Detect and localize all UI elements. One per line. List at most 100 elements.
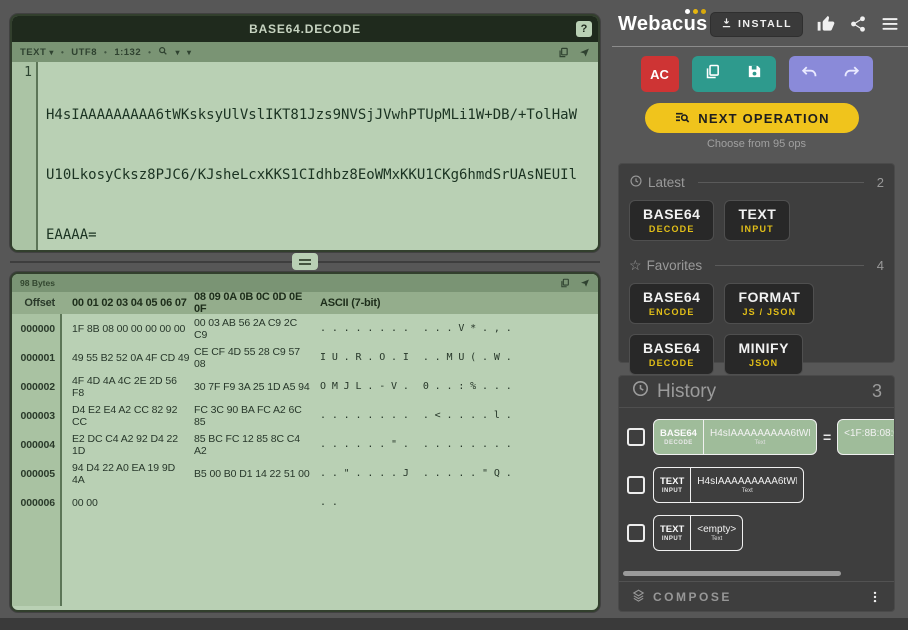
share-icon[interactable] bbox=[849, 15, 867, 33]
history-panel: History 3 BASE64 DECODE H4sIAAAAAAAAA6tW… bbox=[618, 375, 895, 612]
copy-icon[interactable] bbox=[560, 278, 570, 288]
copy-icon[interactable] bbox=[558, 47, 569, 58]
favorites-title: Favorites bbox=[647, 258, 703, 273]
app-header: Webacus INSTALL bbox=[618, 8, 900, 40]
all-clear-button[interactable]: AC bbox=[641, 56, 679, 92]
table-row: 000006 00 00 . . bbox=[12, 488, 598, 517]
thumbs-up-icon[interactable] bbox=[816, 14, 836, 34]
table-row: 000005 94 D4 22 A0 EA 19 9D 4A B5 00 B0 … bbox=[12, 459, 598, 488]
history-list: BASE64 DECODE H4sIAAAAAAAAA6tWKsksyUl...… bbox=[619, 408, 894, 581]
separator-dot: • bbox=[61, 48, 64, 57]
latest-chips: BASE64 DECODE TEXT INPUT bbox=[629, 200, 884, 241]
menu-icon[interactable] bbox=[880, 14, 900, 34]
list-item: BASE64 DECODE H4sIAAAAAAAAA6tWKsksyUl...… bbox=[627, 418, 894, 456]
chevron-down-icon: ▾ bbox=[49, 48, 54, 57]
history-entry-base64-decode[interactable]: BASE64 DECODE H4sIAAAAAAAAA6tWKsksyUl...… bbox=[653, 419, 817, 455]
line-number: 1 bbox=[12, 65, 32, 80]
history-count: 3 bbox=[872, 381, 882, 402]
favorites-chips: BASE64 ENCODE FORMAT JS / JSON BASE64 DE… bbox=[629, 283, 884, 375]
hex-columns-header-2: 08 09 0A 0B 0C 0D 0E 0F bbox=[194, 291, 312, 315]
save-icon bbox=[746, 63, 763, 85]
shortcuts-panel: Latest 2 BASE64 DECODE TEXT INPUT ☆ Favo… bbox=[618, 163, 895, 363]
undo-icon bbox=[800, 62, 819, 86]
history-title: History bbox=[657, 381, 716, 403]
byte-count-label: 98 Bytes bbox=[20, 278, 55, 288]
export-icon[interactable] bbox=[580, 278, 590, 288]
download-icon bbox=[721, 17, 732, 31]
export-icon[interactable] bbox=[579, 47, 590, 58]
kebab-menu-icon[interactable] bbox=[868, 589, 882, 605]
cursor-position: 1:132 bbox=[114, 47, 141, 58]
splitter-handle-icon[interactable] bbox=[292, 253, 318, 270]
control-buttons: AC bbox=[618, 56, 895, 92]
clock-icon bbox=[631, 379, 650, 404]
separator-dot: • bbox=[148, 48, 151, 57]
panel-splitter bbox=[10, 252, 600, 272]
hex-table-header: Offset 00 01 02 03 04 05 06 07 08 09 0A … bbox=[12, 292, 598, 314]
operation-chip-base64-encode[interactable]: BASE64 ENCODE bbox=[629, 283, 714, 324]
copy-button[interactable] bbox=[692, 56, 734, 92]
operation-title: BASE64.DECODE bbox=[249, 22, 361, 36]
webacus-app: BASE64.DECODE ? TEXT ▾ • UTF8 • 1:132 • … bbox=[0, 0, 908, 630]
equals-sign: = bbox=[823, 429, 831, 445]
bottom-bar bbox=[0, 618, 908, 630]
offset-header: Offset bbox=[12, 297, 60, 309]
table-row: 000002 4F 4D 4A 4C 2E 2D 56 F8 30 7F F9 … bbox=[12, 372, 598, 401]
history-entry-text-input[interactable]: TEXT INPUT H4sIAAAAAAAAA6tWKsksyUl... Te… bbox=[653, 467, 804, 503]
history-checkbox[interactable] bbox=[627, 524, 645, 542]
line-number-gutter: 1 bbox=[12, 62, 38, 250]
section-rule bbox=[715, 265, 864, 266]
logo-dots-icon bbox=[685, 9, 706, 14]
editor-line: U10LkosyCksz8PJC6/KJsheLcxKKS1CIdhbz8EoW… bbox=[46, 165, 598, 185]
clock-icon bbox=[629, 174, 643, 191]
next-operation-button[interactable]: NEXT OPERATION bbox=[645, 103, 859, 133]
chevron-down-icon[interactable]: ▾ bbox=[187, 48, 192, 57]
history-checkbox[interactable] bbox=[627, 476, 645, 494]
section-rule bbox=[698, 182, 864, 183]
list-item: TEXT INPUT <empty> Text bbox=[627, 514, 894, 552]
latest-count: 2 bbox=[877, 175, 884, 190]
layers-icon bbox=[631, 588, 646, 606]
operation-panel-header: BASE64.DECODE ? bbox=[12, 16, 598, 42]
history-entry-text-input-empty[interactable]: TEXT INPUT <empty> Text bbox=[653, 515, 743, 551]
hex-table-body[interactable]: 000000 1F 8B 08 00 00 00 00 00 00 03 AB … bbox=[12, 314, 598, 606]
editor-line: H4sIAAAAAAAAA6tWKsksyUlVslIKT81Jzs9NVSjJ… bbox=[46, 105, 598, 125]
horizontal-scrollbar[interactable] bbox=[623, 571, 841, 576]
editor-content[interactable]: H4sIAAAAAAAAA6tWKsksyUlVslIKT81Jzs9NVSjJ… bbox=[38, 62, 598, 250]
ascii-header: ASCII (7-bit) bbox=[320, 297, 380, 309]
favorites-count: 4 bbox=[877, 258, 884, 273]
table-row: 000000 1F 8B 08 00 00 00 00 00 00 03 AB … bbox=[12, 314, 598, 343]
operation-chip-base64-decode[interactable]: BASE64 DECODE bbox=[629, 334, 714, 375]
mode-dropdown[interactable]: TEXT ▾ bbox=[20, 47, 54, 58]
operation-chip-text-input[interactable]: TEXT INPUT bbox=[724, 200, 790, 241]
table-row: 000003 D4 E2 E4 A2 CC 82 92 CC FC 3C 90 … bbox=[12, 401, 598, 430]
help-button[interactable]: ? bbox=[576, 21, 592, 37]
table-row: 000004 E2 DC C4 A2 92 D4 22 1D 85 BC FC … bbox=[12, 430, 598, 459]
undo-button[interactable] bbox=[789, 56, 831, 92]
hex-columns-header-1: 00 01 02 03 04 05 06 07 bbox=[72, 297, 190, 309]
compose-button[interactable]: COMPOSE bbox=[631, 588, 732, 606]
operation-search-icon bbox=[674, 109, 690, 128]
encoding-label[interactable]: UTF8 bbox=[71, 47, 97, 58]
latest-section-header: Latest 2 bbox=[629, 174, 884, 191]
favorites-section-header: ☆ Favorites 4 bbox=[629, 257, 884, 274]
webacus-logo: Webacus bbox=[618, 13, 708, 36]
chevron-down-icon[interactable]: ▾ bbox=[175, 48, 180, 57]
search-icon[interactable] bbox=[158, 46, 168, 59]
install-button[interactable]: INSTALL bbox=[710, 12, 803, 37]
redo-button[interactable] bbox=[831, 56, 873, 92]
history-result-chip[interactable]: <1F:8B:08:00:00:0 Binary bbox=[837, 419, 894, 455]
editor-toolbar: TEXT ▾ • UTF8 • 1:132 • ▾ ▾ bbox=[12, 42, 598, 62]
copy-icon bbox=[704, 63, 721, 85]
list-item: TEXT INPUT H4sIAAAAAAAAA6tWKsksyUl... Te… bbox=[627, 466, 894, 504]
redo-icon bbox=[842, 62, 861, 86]
operation-chip-base64-decode[interactable]: BASE64 DECODE bbox=[629, 200, 714, 241]
hex-toolbar: 98 Bytes bbox=[12, 274, 598, 292]
history-footer: COMPOSE bbox=[619, 581, 894, 611]
save-button[interactable] bbox=[734, 56, 776, 92]
history-checkbox[interactable] bbox=[627, 428, 645, 446]
star-icon: ☆ bbox=[629, 257, 642, 274]
operation-chip-format-js-json[interactable]: FORMAT JS / JSON bbox=[724, 283, 814, 324]
operation-chip-minify-json[interactable]: MINIFY JSON bbox=[724, 334, 802, 375]
base64-editor[interactable]: 1 H4sIAAAAAAAAA6tWKsksyUlVslIKT81Jzs9NVS… bbox=[12, 62, 598, 250]
